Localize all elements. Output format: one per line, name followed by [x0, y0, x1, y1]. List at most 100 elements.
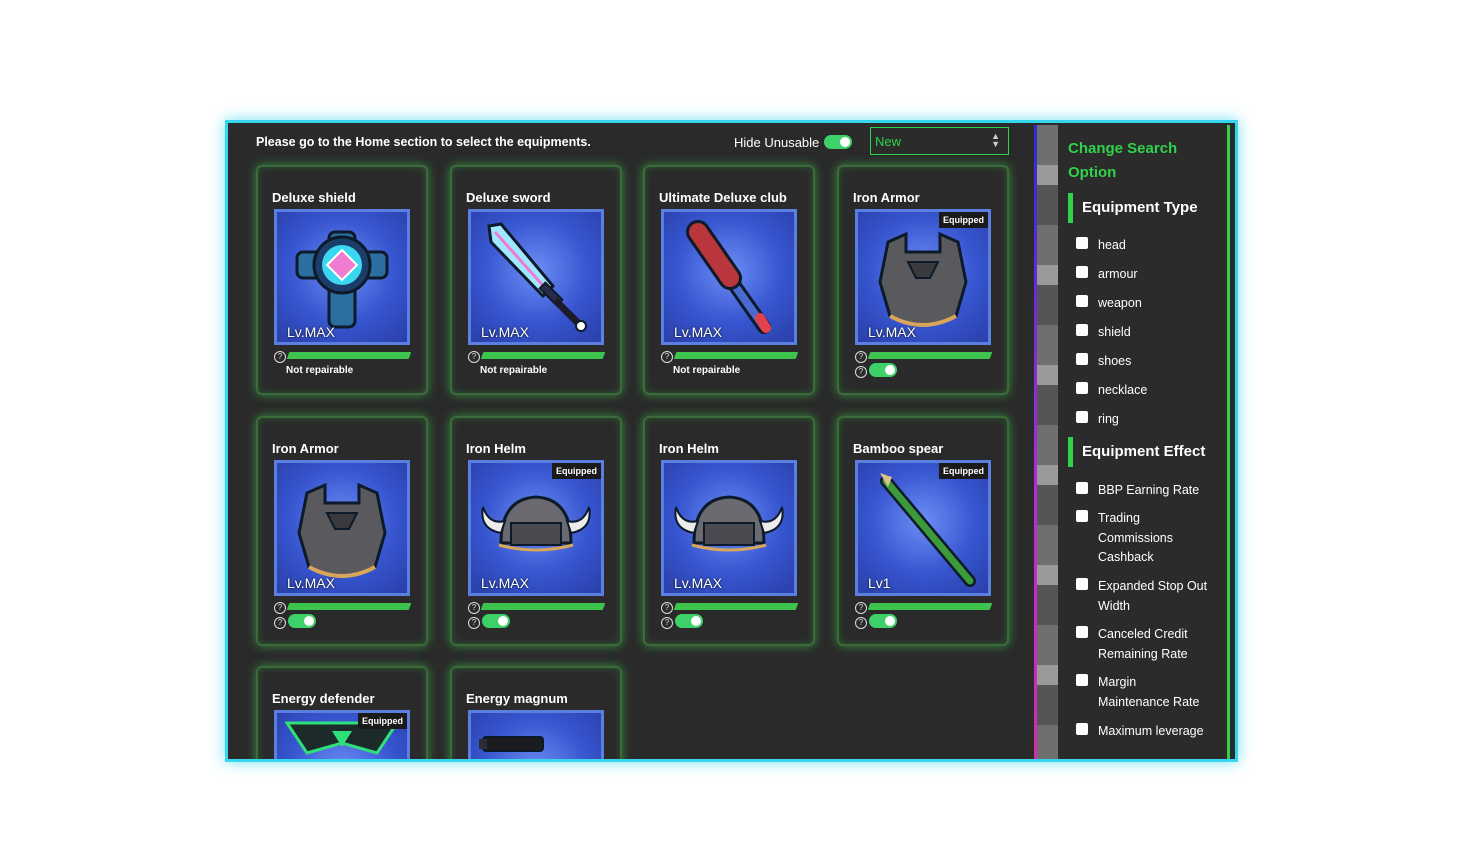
durability-bar [480, 352, 606, 359]
card-title: Iron Helm [466, 441, 526, 456]
equip-toggle[interactable] [288, 614, 316, 628]
item-thumbnail: Lv.MAX [661, 209, 797, 345]
equipment-card[interactable]: Bamboo spear Equipped Lv1 ? ? [837, 416, 1009, 646]
level-label: Lv.MAX [674, 575, 722, 591]
scrollbar-divider[interactable] [1034, 125, 1058, 759]
card-title: Iron Armor [853, 190, 920, 205]
checkbox[interactable] [1076, 510, 1088, 522]
help-icon[interactable]: ? [855, 617, 867, 629]
checkbox[interactable] [1076, 237, 1088, 249]
equipment-card[interactable]: Energy defender Equipped [256, 666, 428, 759]
option-label: BBP Earning Rate [1098, 483, 1200, 497]
help-icon[interactable]: ? [661, 617, 673, 629]
help-icon[interactable]: ? [661, 602, 673, 614]
club-icon [686, 220, 771, 334]
level-label: Lv1 [868, 575, 891, 591]
checkbox[interactable] [1076, 266, 1088, 278]
option-label: shield [1098, 325, 1131, 339]
help-icon[interactable]: ? [274, 602, 286, 614]
durability-bar [286, 352, 412, 359]
option-label: Margin Maintenance Rate [1098, 675, 1200, 709]
help-icon[interactable]: ? [855, 351, 867, 363]
equipment-card[interactable]: Deluxe shield Lv.MAX ? Not repairable [256, 165, 428, 395]
help-icon[interactable]: ? [661, 351, 673, 363]
checkbox[interactable] [1076, 411, 1088, 423]
equipment-card[interactable]: Iron Helm Lv.MAX ? ? [643, 416, 815, 646]
help-icon[interactable]: ? [468, 602, 480, 614]
help-icon[interactable]: ? [468, 617, 480, 629]
help-icon[interactable]: ? [855, 602, 867, 614]
equipment-card[interactable]: Deluxe sword Lv.MAX ? Not repairable [450, 165, 622, 395]
equipment-panel: Please go to the Home section to select … [230, 125, 1034, 759]
hide-unusable-toggle[interactable] [824, 135, 852, 149]
equipment-effect-heading: Equipment Effect [1068, 437, 1205, 467]
sort-select[interactable]: New ▲ ▼ [870, 127, 1009, 155]
sword-icon [487, 222, 587, 332]
section-heading: Equipment Type [1082, 199, 1198, 216]
level-label: Lv.MAX [287, 324, 335, 340]
equip-toggle[interactable] [869, 363, 897, 377]
card-title: Energy defender [272, 691, 375, 706]
equipment-card[interactable]: Ultimate Deluxe club Lv.MAX ? Not repair… [643, 165, 815, 395]
spear-icon [880, 473, 976, 587]
help-icon[interactable]: ? [274, 351, 286, 363]
equip-toggle[interactable] [869, 614, 897, 628]
help-icon[interactable]: ? [855, 366, 867, 378]
level-label: Lv.MAX [481, 324, 529, 340]
card-title: Energy magnum [466, 691, 568, 706]
card-title: Bamboo spear [853, 441, 944, 456]
repair-status: Not repairable [286, 365, 354, 376]
search-options-sidebar: Change Search Option Equipment Type head… [1058, 125, 1230, 759]
item-thumbnail: Equipped [274, 710, 410, 759]
equipment-card[interactable]: Iron Armor Equipped Lv.MAX ? ? [837, 165, 1009, 395]
equipped-badge: Equipped [552, 463, 601, 479]
level-label: Lv.MAX [868, 324, 916, 340]
help-icon[interactable]: ? [274, 617, 286, 629]
checkbox[interactable] [1076, 626, 1088, 638]
equipped-badge: Equipped [939, 463, 988, 479]
durability-bar [286, 603, 412, 610]
sort-select-value: New [875, 134, 902, 149]
item-thumbnail: Equipped Lv.MAX [855, 209, 991, 345]
equipment-card[interactable]: Energy magnum [450, 666, 622, 759]
checkbox[interactable] [1076, 482, 1088, 494]
checkbox[interactable] [1076, 324, 1088, 336]
option-label: ring [1098, 412, 1119, 426]
option-label: weapon [1098, 296, 1142, 310]
top-bar: Please go to the Home section to select … [230, 125, 1034, 161]
option-label: Expanded Stop Out Width [1098, 579, 1208, 613]
checkbox[interactable] [1076, 382, 1088, 394]
level-label: Lv.MAX [481, 575, 529, 591]
card-title: Ultimate Deluxe club [659, 190, 787, 205]
equip-toggle[interactable] [482, 614, 510, 628]
item-thumbnail [468, 710, 604, 759]
helm-icon [674, 495, 784, 552]
item-thumbnail: Equipped Lv1 [855, 460, 991, 596]
card-title: Iron Helm [659, 441, 719, 456]
repair-status: Not repairable [480, 365, 548, 376]
helm-icon [481, 495, 591, 552]
equipment-card[interactable]: Iron Helm Equipped Lv.MAX ? ? [450, 416, 622, 646]
checkbox[interactable] [1076, 295, 1088, 307]
help-icon[interactable]: ? [468, 351, 480, 363]
hide-unusable-label: Hide Unusable [734, 135, 820, 150]
armor-icon [297, 482, 387, 578]
item-thumbnail: Lv.MAX [274, 460, 410, 596]
section-heading: Equipment Effect [1082, 443, 1206, 460]
durability-bar [673, 352, 799, 359]
option-label: Maximum leverage [1098, 724, 1204, 738]
equip-toggle[interactable] [675, 614, 703, 628]
equipment-card[interactable]: Iron Armor Lv.MAX ? ? [256, 416, 428, 646]
level-label: Lv.MAX [287, 575, 335, 591]
checkbox[interactable] [1076, 723, 1088, 735]
option-label: head [1098, 238, 1126, 252]
option-label: Canceled Credit Remaining Rate [1098, 627, 1188, 661]
equipment-type-heading: Equipment Type [1068, 193, 1198, 223]
checkbox[interactable] [1076, 674, 1088, 686]
app-frame: Please go to the Home section to select … [225, 120, 1238, 762]
durability-bar [673, 603, 799, 610]
option-label: necklace [1098, 383, 1148, 397]
checkbox[interactable] [1076, 578, 1088, 590]
checkbox[interactable] [1076, 353, 1088, 365]
equipped-badge: Equipped [939, 212, 988, 228]
